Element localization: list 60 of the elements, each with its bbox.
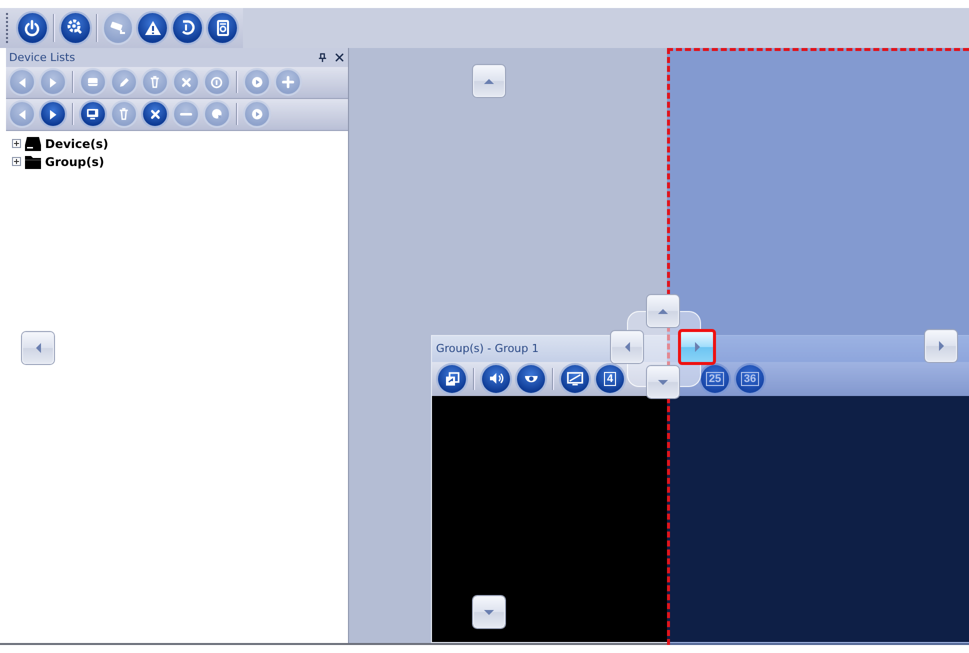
close-icon: [182, 78, 190, 87]
dock-guide[interactable]: [678, 329, 716, 365]
warning-button[interactable]: [138, 12, 168, 43]
folder-icon: [24, 154, 42, 170]
close-button[interactable]: [143, 102, 167, 126]
fullscreen-button[interactable]: [438, 364, 466, 393]
pencil-icon: [120, 78, 128, 87]
info-icon: [211, 76, 223, 88]
playback-button[interactable]: [173, 12, 202, 43]
close-icon: [150, 110, 160, 119]
layout-button[interactable]: 36: [736, 364, 764, 393]
dome-button[interactable]: [517, 364, 545, 393]
caret-right-icon: [938, 341, 944, 351]
warning-icon: [144, 20, 161, 35]
play-icon: [252, 77, 262, 88]
caret-right-icon: [694, 342, 700, 352]
screen-icon: [566, 372, 584, 386]
tree-item[interactable]: Device(s): [45, 136, 108, 151]
caret-down-icon: [484, 610, 494, 614]
pin-icon[interactable]: [318, 52, 327, 62]
left-arrow-icon: [18, 78, 26, 88]
replay-icon: [180, 20, 195, 36]
layout-button[interactable]: 25: [701, 364, 729, 393]
minus-icon: [180, 113, 192, 116]
caret-down-icon: [658, 380, 668, 384]
panel-title: Device Lists: [9, 50, 76, 64]
layout-button[interactable]: 4: [596, 364, 624, 393]
settings-button[interactable]: [60, 12, 90, 43]
drive-icon: [88, 78, 98, 86]
hard-drive-icon: [24, 136, 42, 152]
power-icon: [25, 20, 40, 36]
left-arrow-icon: [18, 110, 26, 120]
expander-icon[interactable]: [12, 157, 21, 166]
right-arrow-icon: [50, 78, 56, 88]
gear-icon: [68, 20, 83, 36]
caret-left-icon: [36, 343, 40, 353]
tree-item[interactable]: Group(s): [45, 154, 104, 169]
disk-button[interactable]: [208, 12, 238, 43]
monitor-button[interactable]: [81, 102, 105, 126]
trash-icon: [150, 76, 160, 88]
play-icon: [252, 109, 262, 120]
camera-icon: [110, 21, 126, 34]
monitor-icon: [87, 109, 99, 120]
window-icon: [446, 372, 458, 386]
caret-left-icon: [624, 342, 630, 352]
remove-icon: [212, 109, 222, 120]
caret-up-icon: [658, 308, 668, 314]
trash-icon: [119, 108, 129, 120]
dome-camera-icon: [524, 376, 538, 382]
close-icon[interactable]: [335, 52, 344, 62]
expander-icon[interactable]: [12, 139, 21, 148]
speaker-icon: [490, 373, 502, 384]
sound-button[interactable]: [482, 364, 510, 393]
right-arrow-icon: [50, 110, 56, 120]
screen-button[interactable]: [561, 364, 589, 393]
plus-icon: [282, 76, 294, 88]
caret-up-icon: [484, 78, 494, 84]
power-button[interactable]: [18, 12, 47, 43]
next-button[interactable]: [41, 102, 65, 126]
window-title: Group(s) - Group 1: [436, 342, 539, 356]
